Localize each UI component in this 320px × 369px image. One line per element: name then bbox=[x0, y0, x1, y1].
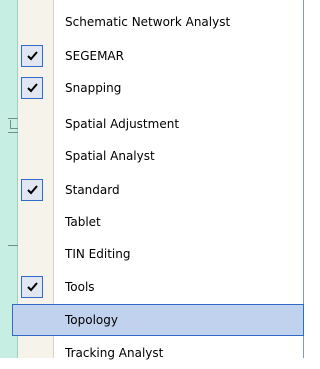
menu-item-tablet[interactable]: Tablet bbox=[18, 206, 304, 238]
menu-item-label: Spatial Adjustment bbox=[65, 117, 180, 131]
menu-item-label: Schematic Network Analyst bbox=[65, 15, 231, 29]
menu-item-label: Topology bbox=[65, 313, 118, 327]
checkmark-icon bbox=[21, 77, 43, 99]
menu-item-tracking-analyst[interactable]: Tracking Analyst bbox=[18, 337, 304, 369]
menu-item-label: Standard bbox=[65, 183, 120, 197]
menu-item-label: Tablet bbox=[65, 215, 101, 229]
menu-item-topology[interactable]: Topology bbox=[12, 304, 304, 336]
window-divider-line bbox=[8, 118, 18, 119]
toolbars-context-menu: Schematic Network Analyst SEGEMAR Snappi… bbox=[12, 0, 304, 360]
menu-item-snapping[interactable]: Snapping bbox=[18, 72, 304, 104]
menu-item-tools[interactable]: Tools bbox=[18, 271, 304, 303]
menu-item-label: Spatial Analyst bbox=[65, 149, 155, 163]
menu-item-spatial-adjustment[interactable]: Spatial Adjustment bbox=[18, 108, 304, 140]
menu-item-label: Tracking Analyst bbox=[65, 346, 164, 360]
checkmark-icon bbox=[21, 276, 43, 298]
menu-item-segemar[interactable]: SEGEMAR bbox=[18, 40, 304, 72]
menu-item-label: SEGEMAR bbox=[65, 49, 124, 63]
menu-item-spatial-analyst[interactable]: Spatial Analyst bbox=[18, 140, 304, 172]
menu-item-label: Snapping bbox=[65, 81, 122, 95]
menu-item-schematic-network-analyst[interactable]: Schematic Network Analyst bbox=[18, 6, 304, 38]
menu-item-label: TIN Editing bbox=[65, 247, 131, 261]
window-divider-line bbox=[8, 245, 18, 246]
menu-item-label: Tools bbox=[65, 280, 95, 294]
checkmark-icon bbox=[21, 179, 43, 201]
menu-item-standard[interactable]: Standard bbox=[18, 174, 304, 206]
menu-item-tin-editing[interactable]: TIN Editing bbox=[18, 238, 304, 270]
window-divider-line bbox=[8, 132, 18, 133]
checkmark-icon bbox=[21, 45, 43, 67]
